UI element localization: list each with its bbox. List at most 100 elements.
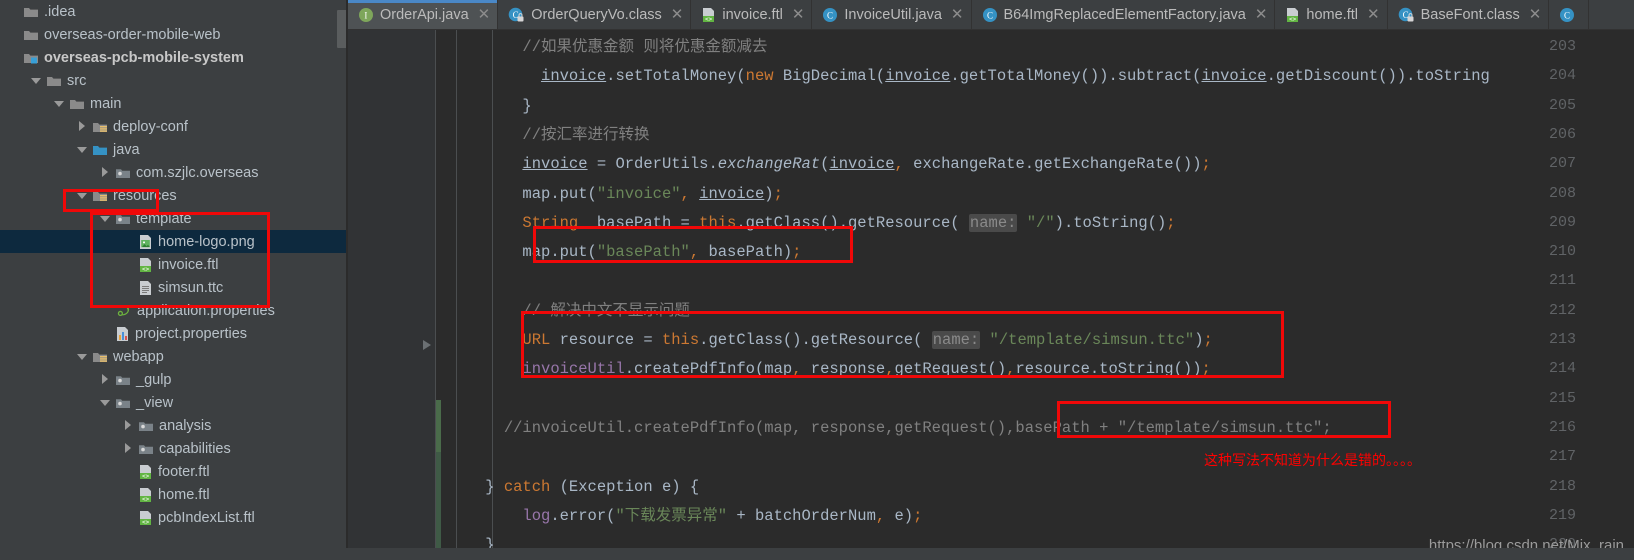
code-line-208[interactable]: map.put("invoice", invoice); — [448, 185, 783, 204]
editor-tab-invoiceutil-java[interactable]: C InvoiceUtil.java ✕ — [812, 0, 972, 29]
code-line-219[interactable]: log.error("下载发票异常" + batchOrderNum, e); — [448, 507, 922, 526]
tree-item-label: simsun.ttc — [158, 279, 224, 296]
code-editor[interactable]: 203 204 205 206 207 208 209 210 211 212 213 214 215 2… — [348, 30, 1634, 560]
editor-tab-overflow[interactable]: C — [1549, 0, 1590, 29]
svg-text:I: I — [364, 10, 367, 20]
tree-item-label: java — [113, 141, 140, 158]
tree-item-footer-ftl[interactable]: <> footer.ftl — [0, 460, 348, 483]
close-icon[interactable]: ✕ — [671, 7, 684, 22]
tree-item--gulp[interactable]: _gulp — [0, 368, 348, 391]
line-number: 210 — [1548, 243, 1576, 261]
code-folding-column[interactable] — [420, 30, 436, 560]
tree-item-analysis[interactable]: analysis — [0, 414, 348, 437]
code-line-216[interactable]: //invoiceUtil.createPdfInfo(map, respons… — [448, 419, 1332, 438]
tree-item-label: pcbIndexList.ftl — [158, 509, 255, 526]
line-number: 207 — [1548, 155, 1576, 173]
tree-item-webapp[interactable]: webapp — [0, 345, 348, 368]
chevron-right-icon[interactable] — [123, 443, 134, 454]
package-icon — [115, 396, 131, 410]
tree-item-simsun-ttc[interactable]: simsun.ttc — [0, 276, 348, 299]
run-marker-icon[interactable] — [423, 340, 431, 350]
tree-item-capabilities[interactable]: capabilities — [0, 437, 348, 460]
editor-tab-label: InvoiceUtil.java — [844, 6, 942, 23]
tree-item-com-szjlc-overseas[interactable]: com.szjlc.overseas — [0, 161, 348, 184]
tree-item-pcbindexlist-ftl[interactable]: <> pcbIndexList.ftl — [0, 506, 348, 529]
tree-item-src[interactable]: src — [0, 69, 348, 92]
editor-tab-home-ftl[interactable]: <> home.ftl ✕ — [1275, 0, 1388, 29]
close-icon[interactable]: ✕ — [1255, 7, 1268, 22]
code-line-204[interactable]: invoice.setTotalMoney(new BigDecimal(inv… — [448, 67, 1490, 86]
red-annotation-note: 这种写法不知道为什么是错的。。。。 — [1204, 452, 1421, 468]
line-number: 218 — [1548, 477, 1576, 495]
code-line-207[interactable]: invoice = OrderUtils.exchangeRat(invoice… — [448, 155, 1210, 174]
chevron-right-icon[interactable] — [100, 167, 111, 178]
chevron-down-icon[interactable] — [77, 190, 88, 201]
code-line-209[interactable]: String basePath = this.getClass().getRes… — [448, 213, 1176, 233]
tree-item-project-properties[interactable]: project.properties — [0, 322, 348, 345]
tree-item--view[interactable]: _view — [0, 391, 348, 414]
tree-item-label: resources — [113, 187, 177, 204]
editor-tab-orderapi-java[interactable]: I OrderApi.java ✕ — [348, 0, 499, 29]
code-line-212[interactable]: // 解决中文不显示问题 — [448, 302, 689, 321]
chevron-down-icon[interactable] — [100, 397, 111, 408]
tree-item-label: .idea — [44, 3, 76, 20]
tree-item-label: home-logo.png — [158, 233, 255, 250]
editor-tab-basefont-class[interactable]: C BaseFont.class ✕ — [1387, 0, 1550, 29]
svg-text:<>: <> — [1289, 16, 1297, 23]
close-icon[interactable]: ✕ — [792, 7, 805, 22]
class-icon: C — [822, 7, 838, 23]
chevron-down-icon[interactable] — [31, 75, 42, 86]
tree-item-overseas-pcb-mobile-system[interactable]: overseas-pcb-mobile-system — [0, 46, 348, 69]
tree-item-label: footer.ftl — [158, 463, 210, 480]
close-icon[interactable]: ✕ — [478, 7, 491, 22]
editor-tab-orderqueryvo-class[interactable]: C OrderQueryVo.class ✕ — [498, 0, 692, 29]
chevron-down-icon[interactable] — [77, 144, 88, 155]
line-number: 211 — [1548, 272, 1576, 290]
editor-tab-label: OrderQueryVo.class — [531, 6, 662, 23]
line-number: 217 — [1548, 448, 1576, 466]
tree-item-template[interactable]: template — [0, 207, 348, 230]
tree-item-home-logo-png[interactable]: home-logo.png — [0, 230, 348, 253]
code-line-213[interactable]: URL resource = this.getClass().getResour… — [448, 331, 1213, 350]
generic-file-icon — [138, 280, 153, 296]
tree-item-invoice-ftl[interactable]: <> invoice.ftl — [0, 253, 348, 276]
ftl-file-icon: <> — [138, 464, 153, 480]
chevron-right-icon[interactable] — [77, 121, 88, 132]
chevron-down-icon[interactable] — [77, 351, 88, 362]
editor-tab-b64imgreplacedelementfactory-java[interactable]: C B64ImgReplacedElementFactory.java ✕ — [971, 0, 1276, 29]
code-line-214[interactable]: invoiceUtil.createPdfInfo(map, response,… — [448, 360, 1210, 379]
chevron-down-icon[interactable] — [54, 98, 65, 109]
code-line-218[interactable]: } catch (Exception e) { — [448, 478, 699, 497]
line-number: 203 — [1548, 38, 1576, 55]
code-line-203[interactable]: //如果优惠金额 则将优惠金额减去 — [448, 38, 767, 57]
close-icon[interactable]: ✕ — [951, 7, 964, 22]
tree-item-overseas-order-mobile-web[interactable]: overseas-order-mobile-web — [0, 23, 348, 46]
line-number: 206 — [1548, 125, 1576, 143]
tree-item-application-properties[interactable]: application.properties — [0, 299, 348, 322]
chevron-down-icon[interactable] — [100, 213, 111, 224]
vcs-change-stripe[interactable] — [436, 452, 441, 560]
editor-tab-invoice-ftl[interactable]: <> invoice.ftl ✕ — [691, 0, 813, 29]
chevron-right-icon[interactable] — [100, 374, 111, 385]
tree-item-deploy-conf[interactable]: deploy-conf — [0, 115, 348, 138]
code-line-206[interactable]: //按汇率进行转换 — [448, 126, 649, 145]
tree-item-label: overseas-pcb-mobile-system — [44, 49, 244, 66]
tree-item-resources[interactable]: resources — [0, 184, 348, 207]
close-icon[interactable]: ✕ — [1367, 7, 1380, 22]
project-tree-panel[interactable]: .idea overseas-order-mobile-web overseas-p… — [0, 0, 348, 560]
code-line-210[interactable]: map.put("basePath", basePath); — [448, 243, 801, 262]
tree-item-java[interactable]: java — [0, 138, 348, 161]
editor-tab-bar[interactable]: I OrderApi.java ✕ C OrderQueryVo.class ✕ <> inv… — [348, 0, 1634, 30]
project-tree[interactable]: .idea overseas-order-mobile-web overseas-p… — [0, 0, 348, 529]
tree-item-home-ftl[interactable]: <> home.ftl — [0, 483, 348, 506]
class-locked-icon: C — [508, 7, 525, 23]
class-icon: C — [982, 7, 998, 23]
chevron-right-icon[interactable] — [123, 420, 134, 431]
code-line-205[interactable]: } — [448, 97, 531, 116]
close-icon[interactable]: ✕ — [1529, 7, 1542, 22]
tree-item-main[interactable]: main — [0, 92, 348, 115]
tree-item--idea[interactable]: .idea — [0, 0, 348, 23]
